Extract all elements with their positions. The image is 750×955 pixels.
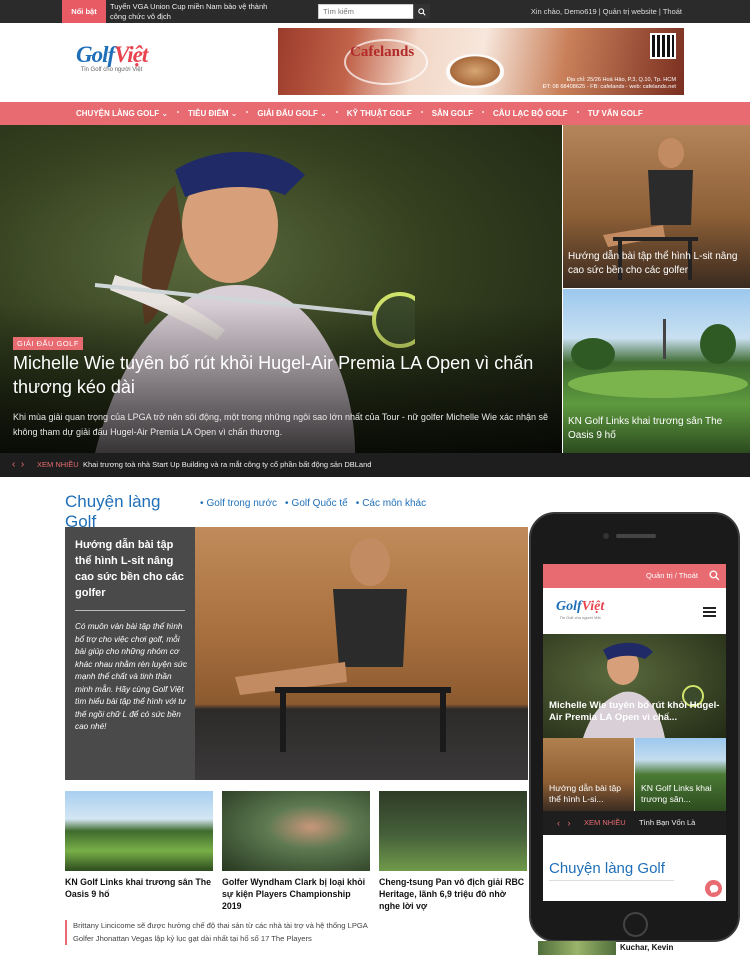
thumb-title[interactable]: Golfer Wyndham Clark bị loại khỏi sự kiệ…	[222, 876, 370, 912]
chevron-right-icon[interactable]: ›	[568, 818, 571, 828]
logo-wordmark: GolfViệt	[76, 42, 148, 67]
mobile-logo[interactable]: GolfViệt Tin Golf cho người Việt	[556, 599, 604, 620]
most-read-bar: ‹ › XEM NHIỀU Khai trương toà nhà Start …	[0, 453, 750, 477]
search-icon	[418, 7, 426, 16]
hamburger-menu-icon[interactable]	[703, 607, 716, 617]
more-articles-list: Brittany Lincicome sẽ được hưởng chế độ …	[65, 920, 375, 945]
phone-home-button	[623, 912, 648, 937]
list-item[interactable]: Brittany Lincicome sẽ được hưởng chế độ …	[73, 920, 375, 933]
phone-speaker	[616, 534, 656, 538]
coffee-cup-image	[446, 54, 504, 88]
tab-golf-quoc-te[interactable]: Golf Quốc tế	[285, 498, 348, 509]
mobile-top-bar: Quản trị / Thoát	[543, 564, 726, 588]
search-button[interactable]	[413, 4, 430, 19]
search-input[interactable]	[319, 5, 413, 18]
lsit-workout-photo	[235, 538, 451, 752]
mobile-side-article-oasis[interactable]: KN Golf Links khai trương sân...	[635, 738, 726, 811]
featured-excerpt: Có muôn vàn bài tập thể hình bổ trợ cho …	[75, 622, 188, 731]
nav-item-giai-dau-golf[interactable]: GIẢI ĐẤU GOLF ⌄	[247, 102, 338, 125]
featured-title[interactable]: Hướng dẫn bài tập thể hình L-sit nâng ca…	[75, 537, 187, 601]
mobile-user-links[interactable]: Quản trị / Thoát	[646, 564, 698, 588]
greeting-link[interactable]: Xin chào, Demo619	[529, 7, 599, 16]
messenger-icon	[709, 884, 718, 893]
mobile-preview-device: Quản trị / Thoát GolfViệt Tin Golf cho n…	[529, 512, 740, 942]
thumb-article[interactable]: Cheng-tsung Pan vô địch giải RBC Heritag…	[379, 791, 527, 912]
main-nav: CHUYỆN LÀNG GOLF ⌄ TIÊU ĐIỂM ⌄ GIẢI ĐẤU …	[0, 102, 750, 125]
logo-tagline: Tin Golf cho người Việt	[559, 615, 601, 620]
side-article-caption: KN Golf Links khai trương sân The Oasis …	[568, 416, 723, 441]
user-links: Xin chào, Demo619 | Quản trị website | Thoát	[529, 7, 684, 16]
featured-photo[interactable]	[195, 527, 528, 780]
nav-item-tieu-diem[interactable]: TIÊU ĐIỂM ⌄	[178, 102, 249, 125]
hero-category-tag[interactable]: GIẢI ĐẤU GOLF	[13, 337, 83, 350]
phone-camera	[603, 533, 609, 539]
hero-article[interactable]: GIẢI ĐẤU GOLF Michelle Wie tuyên bố rút …	[0, 125, 562, 453]
mobile-most-read-headline[interactable]: Tình Bạn Vốn Là	[639, 811, 695, 835]
qr-code-image	[650, 33, 676, 59]
search-box	[318, 4, 430, 19]
thumb-title[interactable]: Kuchar, Kevin	[620, 943, 673, 952]
side-article-oasis[interactable]: KN Golf Links khai trương sân The Oasis …	[563, 289, 750, 453]
thumb-image[interactable]	[538, 941, 616, 955]
chevron-right-icon[interactable]: ›	[21, 459, 24, 470]
mobile-card-caption: KN Golf Links khai trương sân...	[641, 783, 712, 804]
side-article-lsit[interactable]: Hướng dẫn bài tập thể hình L-sit nâng ca…	[563, 125, 750, 288]
tab-golf-trong-nuoc[interactable]: Golf trong nước	[200, 498, 278, 509]
admin-link[interactable]: Quản trị website	[601, 7, 659, 16]
most-read-label: XEM NHIỀU	[37, 460, 79, 469]
nav-item-tu-van-golf[interactable]: TƯ VẤN GOLF	[578, 102, 653, 125]
mobile-search-button[interactable]	[709, 570, 720, 584]
mobile-header: GolfViệt Tin Golf cho người Việt	[543, 588, 726, 634]
chevron-left-icon[interactable]: ‹	[12, 459, 15, 470]
tab-cac-mon-khac[interactable]: Các môn khác	[356, 498, 426, 509]
featured-article[interactable]: Hướng dẫn bài tập thể hình L-sit nâng ca…	[65, 527, 528, 780]
ad-banner[interactable]: Cafelands Địa chỉ: 25/26 Hoà Hảo, P.3, Q…	[278, 28, 684, 95]
mobile-most-read-label: XEM NHIỀU	[584, 818, 626, 827]
ticker-arrows[interactable]: ‹ ›	[557, 811, 571, 835]
logout-link[interactable]: Thoát	[661, 7, 684, 16]
hot-news-badge: Nổi bật	[62, 0, 106, 23]
thumb-title[interactable]: KN Golf Links khai trương sân The Oasis …	[65, 876, 213, 900]
search-icon	[709, 570, 720, 581]
divider	[75, 610, 185, 611]
mobile-section-title[interactable]: Chuyện làng Golf	[549, 860, 674, 881]
ticker-arrows[interactable]: ‹ ›	[12, 453, 24, 477]
nav-item-chuyen-lang-golf[interactable]: CHUYỆN LÀNG GOLF ⌄	[66, 102, 180, 125]
chevron-left-icon[interactable]: ‹	[557, 818, 560, 828]
logo-tagline: Tin Golf cho người Việt	[80, 67, 143, 73]
logo-wordmark: GolfViệt	[556, 599, 605, 614]
hero-excerpt: Khi mùa giải quan trọng của LPGA trở nên…	[13, 412, 548, 437]
messenger-chat-button[interactable]	[705, 880, 722, 897]
nav-item-ky-thuat-golf[interactable]: KỸ THUẬT GOLF	[337, 102, 423, 125]
hero-title[interactable]: Michelle Wie tuyên bố rút khỏi Hugel-Air…	[13, 351, 553, 399]
list-item[interactable]: Golfer Jhonattan Vegas lập kỷ lục gạt dà…	[73, 933, 375, 946]
mobile-side-article-lsit[interactable]: Hướng dẫn bài tập thể hình L-si...	[543, 738, 634, 811]
mobile-screen: Quản trị / Thoát GolfViệt Tin Golf cho n…	[543, 564, 726, 901]
thumb-image[interactable]	[222, 791, 370, 871]
mobile-card-caption: Hướng dẫn bài tập thể hình L-si...	[549, 783, 622, 804]
mobile-most-read-bar: ‹ › XEM NHIỀU Tình Bạn Vốn Là	[543, 811, 726, 835]
thumb-article[interactable]: KN Golf Links khai trương sân The Oasis …	[65, 791, 213, 900]
partial-article-row[interactable]: Kuchar, Kevin	[538, 941, 750, 955]
thumb-image[interactable]	[65, 791, 213, 871]
featured-text-panel: Hướng dẫn bài tập thể hình L-sit nâng ca…	[65, 527, 195, 780]
side-article-caption: Hướng dẫn bài tập thể hình L-sit nâng ca…	[568, 251, 738, 276]
section-tabs: Golf trong nước Golf Quốc tế Các môn khá…	[200, 498, 427, 509]
thumb-title[interactable]: Cheng-tsung Pan vô địch giải RBC Heritag…	[379, 876, 527, 912]
banner-brand: Cafelands	[350, 44, 415, 60]
top-bar: Nổi bật Tuyển VGA Union Cup miền Nam bảo…	[0, 0, 750, 23]
thumb-article[interactable]: Golfer Wyndham Clark bị loại khỏi sự kiệ…	[222, 791, 370, 912]
banner-contact: Địa chỉ: 25/26 Hoà Hảo, P.3, Q.10, Tp. H…	[542, 77, 676, 90]
hot-news-ticker[interactable]: Tuyển VGA Union Cup miền Nam bảo vệ thàn…	[110, 2, 270, 21]
site-logo[interactable]: GolfViệt Tin Golf cho người Việt	[76, 42, 148, 73]
mobile-hero-article[interactable]: Michelle Wie tuyên bố rút khỏi Hugel-Air…	[543, 634, 726, 738]
nav-item-cau-lac-bo-golf[interactable]: CÂU LẠC BỘ GOLF	[483, 102, 579, 125]
most-read-headline[interactable]: Khai trương toà nhà Start Up Building và…	[83, 453, 371, 477]
thumb-image[interactable]	[379, 791, 527, 871]
mobile-hero-title[interactable]: Michelle Wie tuyên bố rút khỏi Hugel-Air…	[549, 700, 721, 724]
nav-item-san-golf[interactable]: SÂN GOLF	[422, 102, 485, 125]
